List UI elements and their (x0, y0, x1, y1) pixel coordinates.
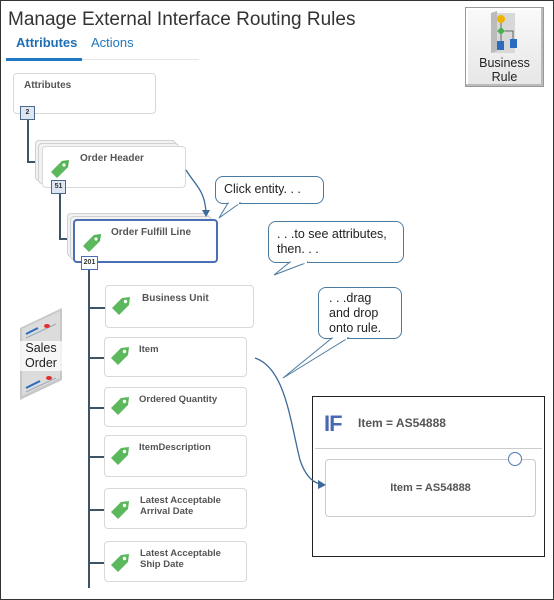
count-badge: 201 (81, 256, 98, 270)
tag-icon (111, 397, 129, 415)
attribute-card[interactable]: Latest Acceptable Ship Date (104, 541, 247, 582)
attribute-card[interactable]: Ordered Quantity (104, 387, 247, 427)
tab-actions[interactable]: Actions (91, 35, 134, 50)
attribute-label: ItemDescription (139, 442, 211, 453)
attribute-card[interactable]: Latest Acceptable Arrival Date (104, 488, 247, 529)
tag-icon (111, 347, 129, 365)
count-badge: 51 (51, 180, 66, 194)
tree-connector (88, 357, 105, 359)
entity-label: Order Fulfill Line (111, 227, 192, 238)
business-rule-label-line2: Rule (491, 70, 518, 84)
tree-connector (88, 562, 105, 564)
rule-condition-text: Item = AS54888 (390, 482, 471, 494)
rule-panel: IF Item = AS54888 Item = AS54888 (312, 396, 545, 557)
business-rule-button[interactable]: Business Rule (465, 7, 544, 87)
tag-icon (111, 554, 129, 572)
attribute-card[interactable]: ItemDescription (104, 435, 247, 477)
sales-order-icon: Sales Order (20, 308, 62, 400)
flowchart-icon (491, 11, 517, 53)
attribute-label: Latest Acceptable Arrival Date (140, 495, 221, 517)
callout-drag-drop: . . .drag and drop onto rule. (318, 287, 402, 339)
tree-connector (88, 407, 105, 409)
tag-icon (83, 234, 101, 252)
attributes-root-label: Attributes (24, 80, 72, 91)
callout-click-entity: Click entity. . . (215, 176, 324, 204)
tree-connector (59, 192, 61, 240)
tab-bar: Attributes Actions (6, 34, 199, 61)
rule-condition-drop-target[interactable]: Item = AS54888 (325, 459, 536, 517)
sales-order-label-line1: Sales (25, 341, 57, 355)
tree-connector (27, 117, 29, 163)
rule-title: Item = AS54888 (358, 416, 446, 430)
tag-icon (111, 447, 129, 465)
attribute-card[interactable]: Business Unit (105, 285, 254, 328)
entity-label: Order Header (80, 153, 144, 164)
tab-attributes[interactable]: Attributes (16, 35, 77, 50)
tag-icon (112, 297, 130, 315)
sales-order-label-line2: Order (25, 356, 57, 370)
page-title: Manage External Interface Routing Rules (8, 9, 356, 30)
tag-icon (51, 160, 69, 178)
attribute-label: Item (139, 344, 159, 355)
if-keyword: IF (324, 411, 343, 436)
active-tab-indicator (6, 58, 82, 61)
attribute-label: Latest Acceptable Ship Date (140, 548, 221, 570)
tree-connector (88, 456, 105, 458)
connector-handle[interactable] (508, 452, 522, 466)
tag-icon (111, 501, 129, 519)
tree-connector (88, 307, 105, 309)
tree-connector (88, 509, 105, 511)
business-rule-label-line1: Business (479, 56, 530, 70)
attribute-card[interactable]: Item (104, 337, 247, 377)
rule-header: IF Item = AS54888 (315, 399, 542, 449)
callout-see-attributes: . . .to see attributes, then. . . (268, 221, 404, 263)
attribute-label: Ordered Quantity (139, 394, 218, 405)
tree-connector (88, 270, 90, 588)
attribute-label: Business Unit (142, 293, 209, 304)
count-badge: 2 (20, 106, 35, 120)
